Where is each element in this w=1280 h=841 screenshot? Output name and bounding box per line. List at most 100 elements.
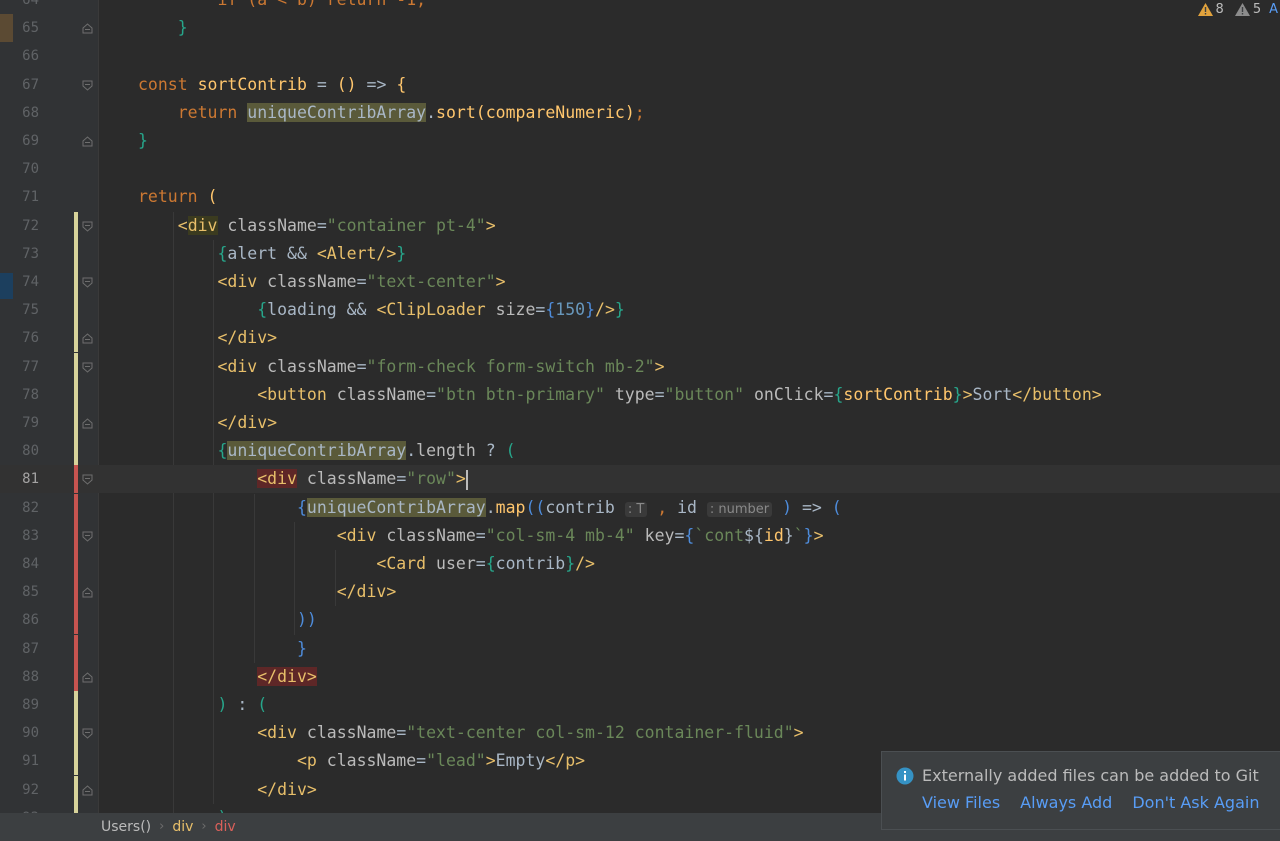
fold-toggle-icon[interactable] (82, 784, 93, 796)
vcs-change-marker[interactable] (74, 296, 78, 325)
vcs-change-marker[interactable] (74, 634, 78, 663)
fold-toggle-icon[interactable] (82, 362, 93, 373)
code-line[interactable]: 75 {loading && <ClipLoader size={150}/>} (0, 296, 1280, 325)
code-line[interactable]: 88 </div> (0, 662, 1280, 691)
code-line[interactable]: 71 return ( (0, 183, 1280, 211)
fold-toggle-icon[interactable] (82, 474, 93, 486)
vcs-change-marker[interactable] (74, 691, 78, 719)
vcs-change-marker[interactable] (74, 550, 78, 578)
code-line[interactable]: 85 </div> (0, 578, 1280, 607)
code-line[interactable]: 84 <Card user={contrib}/> (0, 550, 1280, 578)
vcs-change-marker[interactable] (74, 465, 78, 494)
inspection-indicators[interactable]: 8 5 A (1197, 0, 1280, 18)
code-line[interactable]: 65 } (0, 14, 1280, 42)
vcs-change-marker[interactable] (74, 578, 78, 607)
fold-toggle-icon[interactable] (82, 136, 93, 147)
fold-toggle-icon[interactable] (82, 418, 93, 429)
vcs-change-marker[interactable] (74, 352, 78, 381)
code-token: user (426, 554, 476, 573)
code-token: } (585, 300, 596, 320)
vcs-change-marker[interactable] (74, 268, 78, 296)
always-add-link[interactable]: Always Add (1020, 793, 1112, 812)
code-token: { (684, 525, 695, 545)
code-editor[interactable]: 64 if (a < b) return -1;65 } 66 67const so… (0, 0, 1280, 813)
line-number: 84 (22, 556, 39, 572)
vcs-change-marker[interactable] (74, 747, 78, 776)
fold-toggle-icon[interactable] (82, 531, 93, 542)
code-line[interactable]: 86 )) (0, 606, 1280, 635)
code-line[interactable]: 79 </div> (0, 409, 1280, 437)
code-line[interactable]: 81 <div className="row"> (0, 465, 1280, 494)
code-line[interactable]: 67 const sortContrib = () => { (0, 71, 1280, 99)
vcs-change-marker[interactable] (74, 719, 78, 748)
code-token: => (356, 74, 397, 94)
fold-toggle-icon[interactable] (82, 587, 93, 598)
line-number: 81 (22, 471, 39, 488)
code-line[interactable]: 87 } (0, 634, 1280, 663)
code-line[interactable]: 73 {alert && <Alert/>} (0, 239, 1280, 268)
code-token: ) (217, 695, 228, 714)
code-line[interactable]: 72 <div className="container pt-4"> (0, 211, 1280, 240)
vcs-change-marker[interactable] (74, 239, 78, 268)
breadcrumb-item[interactable]: Users() (101, 813, 151, 841)
code-line[interactable]: 77 <div className="form-check form-switc… (0, 352, 1280, 381)
fold-toggle-icon[interactable] (82, 80, 93, 91)
code-token: sort (436, 102, 476, 122)
vcs-change-marker[interactable] (74, 324, 78, 353)
code-line[interactable]: 76 </div> (0, 324, 1280, 353)
code-line[interactable]: 83 <div className="col-sm-4 mb-4" key={`… (0, 521, 1280, 550)
vcs-change-marker[interactable] (74, 775, 78, 804)
code-token: Sort (972, 384, 1013, 404)
line-number: 70 (22, 161, 39, 178)
line-number: 66 (22, 48, 39, 65)
fold-toggle-icon[interactable] (82, 728, 93, 739)
fold-toggle-icon[interactable] (82, 277, 93, 288)
vcs-change-marker[interactable] (74, 521, 78, 550)
code-text: {loading && <ClipLoader size={150}/>} (138, 296, 625, 324)
code-line[interactable]: 90 <div className="text-center col-sm-12… (0, 719, 1280, 748)
vcs-change-marker[interactable] (74, 409, 78, 437)
fold-toggle-icon[interactable] (82, 23, 93, 34)
vcs-change-marker[interactable] (74, 803, 78, 813)
code-token: )) (296, 610, 317, 630)
vcs-change-marker[interactable] (74, 437, 78, 466)
vcs-change-marker[interactable] (74, 493, 78, 522)
code-text: </div> (138, 324, 277, 352)
code-line[interactable]: 68 return uniqueContribArray.sort(compar… (0, 99, 1280, 127)
code-line[interactable]: 70 (0, 155, 1280, 183)
vcs-change-marker[interactable] (74, 380, 78, 409)
vcs-change-marker[interactable] (74, 662, 78, 691)
code-token: sortContrib (197, 74, 307, 94)
code-line[interactable]: 89 ) : ( (0, 691, 1280, 719)
code-token: uniqueContribArray (247, 102, 427, 122)
code-line[interactable]: 80 {uniqueContribArray.length ? ( (0, 437, 1280, 466)
code-token: . (406, 441, 417, 461)
code-line[interactable]: 69} (0, 127, 1280, 155)
code-token: <div (257, 723, 297, 743)
code-token: <div (217, 272, 258, 291)
breadcrumb: Users() › div › div (101, 813, 236, 841)
vcs-change-marker[interactable] (74, 606, 78, 635)
code-token: < (177, 215, 188, 235)
breadcrumb-item[interactable]: div (172, 813, 193, 841)
code-line[interactable]: 64 if (a < b) return -1; (0, 0, 1280, 14)
fold-toggle-icon[interactable] (82, 333, 93, 344)
fold-toggle-icon[interactable] (82, 221, 93, 232)
code-line[interactable]: 82 {uniqueContribArray.map((contrib : T … (0, 493, 1280, 522)
code-line[interactable]: 66 (0, 42, 1280, 70)
code-token: className (257, 272, 357, 291)
code-line[interactable]: 78 <button className="btn btn-primary" t… (0, 380, 1280, 409)
fold-toggle-icon[interactable] (82, 672, 93, 683)
code-token: className (257, 356, 357, 376)
code-token: </p> (545, 751, 586, 771)
view-files-link[interactable]: View Files (922, 793, 1000, 812)
code-line[interactable]: 74 <div className="text-center"> (0, 268, 1280, 296)
breadcrumb-item[interactable]: div (215, 813, 236, 841)
code-token: alert && (227, 243, 317, 263)
vcs-change-marker[interactable] (74, 211, 78, 240)
dont-ask-again-link[interactable]: Don't Ask Again (1132, 793, 1259, 812)
git-notification: Externally added files can be added to G… (881, 751, 1280, 830)
code-token: sortContrib (843, 384, 953, 404)
